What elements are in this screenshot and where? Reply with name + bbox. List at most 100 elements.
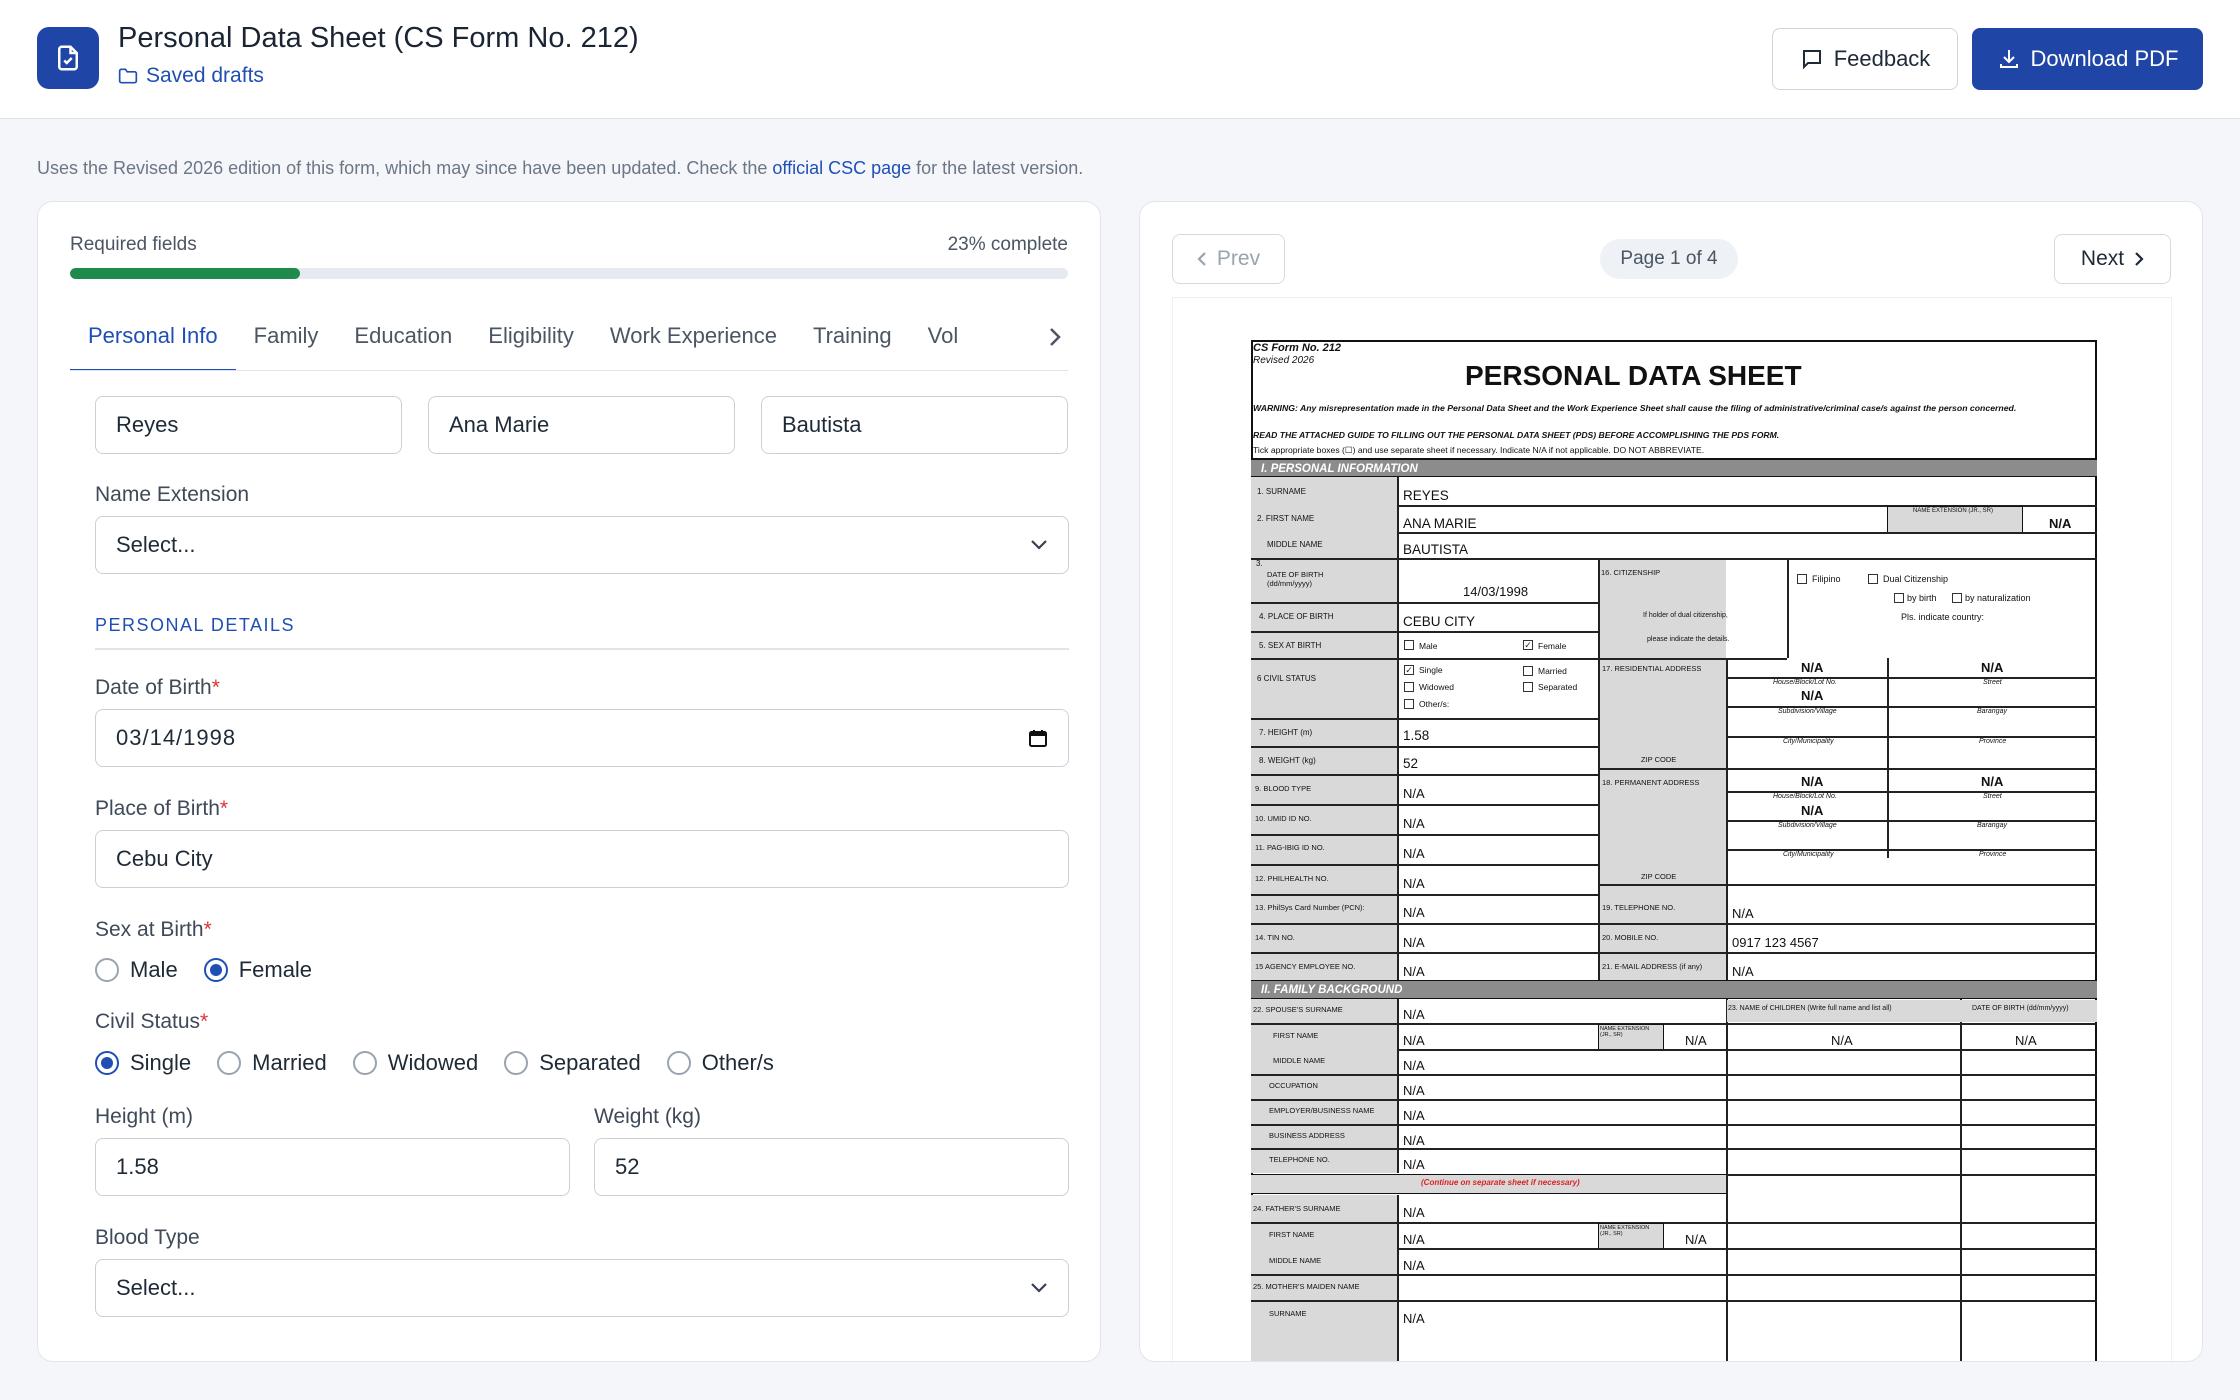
doc-line [1251, 658, 1787, 660]
radio-male[interactable] [95, 958, 119, 982]
doc-line [1251, 631, 1598, 633]
official-csc-link[interactable]: official CSC page [772, 158, 911, 178]
doc-line [1251, 894, 1598, 896]
doc-line [1251, 1300, 2097, 1302]
doc-line [1251, 774, 1598, 776]
top-bar: Personal Data Sheet (CS Form No. 212) Sa… [0, 0, 2240, 119]
tab-voluntary[interactable]: Vol [910, 314, 977, 370]
doc-child-dob-value: N/A [2015, 1033, 2037, 1048]
doc-married: Married [1538, 666, 1567, 676]
civil-option-separated[interactable]: Separated [504, 1050, 641, 1076]
first-name-input[interactable]: Ana Marie [428, 396, 735, 454]
feedback-button[interactable]: Feedback [1772, 28, 1958, 90]
doc-line [1251, 746, 1598, 748]
doc-house-label: House/Block/Lot No. [1773, 679, 1837, 686]
doc-business-label: BUSINESS ADDRESS [1269, 1131, 1345, 1140]
tab-education[interactable]: Education [336, 314, 470, 370]
prev-page-button[interactable]: Prev [1172, 234, 1285, 284]
doc-line [1251, 1222, 2097, 1224]
name-extension-label: Name Extension [95, 483, 250, 506]
doc-dob-value: 14/03/1998 [1463, 584, 1529, 599]
civil-option-single[interactable]: Single [95, 1050, 191, 1076]
doc-tin-label: 14. TIN NO. [1255, 933, 1295, 942]
doc-line [1251, 1074, 2097, 1076]
download-pdf-button[interactable]: Download PDF [1972, 28, 2203, 90]
tab-eligibility[interactable]: Eligibility [470, 314, 592, 370]
doc-spouse-middle-label: MIDDLE NAME [1273, 1056, 1326, 1065]
doc-cb-nat [1952, 593, 1962, 603]
doc-psn-value: N/A [1403, 905, 1425, 920]
doc-line [1251, 864, 1598, 866]
doc-brgy-label: Barangay [1977, 822, 2007, 829]
doc-separated: Separated [1538, 682, 1578, 692]
blood-type-label: Blood Type [95, 1226, 200, 1249]
doc-employer-value: N/A [1403, 1108, 1425, 1123]
doc-city-label: City/Municipality [1783, 851, 1834, 858]
radio-single[interactable] [95, 1051, 119, 1075]
name-extension-select[interactable]: Select... [95, 516, 1069, 574]
civil-option-widowed[interactable]: Widowed [352, 1050, 478, 1076]
radio-others[interactable] [666, 1051, 691, 1075]
doc-single: Single [1419, 665, 1443, 675]
sex-option-male[interactable]: Male [95, 957, 178, 983]
sex-label-text: Sex at Birth [95, 918, 204, 941]
doc-father-surname-label: 24. FATHER'S SURNAME [1253, 1204, 1341, 1213]
civil-status-label: Civil Status* [95, 1010, 208, 1034]
doc-section-personal: I. PERSONAL INFORMATION [1251, 458, 2097, 477]
doc-res-street: N/A [1981, 660, 2004, 675]
doc-father-ext-value: N/A [1685, 1232, 1707, 1247]
tab-personal-info[interactable]: Personal Info [70, 314, 236, 370]
weight-label: Weight (kg) [594, 1105, 701, 1128]
doc-occupation-label: OCCUPATION [1269, 1081, 1318, 1090]
doc-mobile-label: 20. MOBILE NO. [1602, 933, 1659, 942]
doc-res-subd: N/A [1801, 688, 1824, 703]
doc-cb-female: ✓ [1523, 640, 1533, 650]
radio-married[interactable] [217, 1051, 242, 1075]
civil-option-others[interactable]: Other/s [666, 1050, 774, 1076]
pob-label-text: Place of Birth [95, 797, 220, 820]
doc-height-value: 1.58 [1403, 728, 1430, 743]
doc-ext-label: NAME EXTENSION (JR., SR) [1913, 508, 1994, 514]
doc-female: Female [1538, 641, 1567, 651]
tab-training[interactable]: Training [795, 314, 910, 370]
doc-prov-label: Province [1979, 851, 2007, 858]
doc-line [1251, 718, 1598, 720]
doc-children-label: 23. NAME of CHILDREN (Write full name an… [1728, 1005, 1892, 1012]
doc-by-nat: by naturalization [1965, 593, 2031, 603]
doc-revised: Revised 2026 [1253, 355, 1315, 366]
tab-family[interactable]: Family [236, 314, 337, 370]
radio-widowed[interactable] [352, 1051, 377, 1075]
doc-line [1251, 952, 2097, 954]
blood-type-select[interactable]: Select... [95, 1259, 1069, 1317]
tabs-scroll-right[interactable] [998, 314, 1068, 369]
dob-value: 03/14/1998 [116, 725, 237, 750]
married-label: Married [252, 1050, 327, 1075]
doc-surname-label: 1. SURNAME [1257, 487, 1306, 496]
radio-separated[interactable] [504, 1051, 529, 1075]
surname-input[interactable]: Reyes [95, 396, 402, 454]
dob-input[interactable]: 03/14/1998 [95, 709, 1069, 767]
pob-input[interactable]: Cebu City [95, 830, 1069, 888]
middle-name-input[interactable]: Bautista [761, 396, 1068, 454]
next-page-button[interactable]: Next [2054, 234, 2171, 284]
doc-line [1397, 1248, 2097, 1250]
saved-drafts-link[interactable]: Saved drafts [118, 64, 264, 88]
calendar-icon[interactable] [1028, 728, 1048, 748]
male-label: Male [130, 957, 178, 982]
civil-option-married[interactable]: Married [217, 1050, 327, 1076]
doc-male: Male [1419, 641, 1438, 651]
doc-agency-label: 15 AGENCY EMPLOYEE NO. [1255, 962, 1356, 971]
doc-tel-value: N/A [1732, 906, 1754, 921]
doc-line [1726, 736, 2097, 738]
radio-female[interactable] [203, 958, 228, 982]
required-fields-label: Required fields [70, 234, 197, 255]
doc-father-surname-value: N/A [1403, 1205, 1425, 1220]
civil-status-radio-group: Single Married Widowed Separated Other/s [95, 1050, 774, 1076]
doc-dob-label: DATE OF BIRTH (dd/mm/yyyy) [1267, 570, 1324, 588]
tab-work-experience[interactable]: Work Experience [592, 314, 795, 370]
sex-option-female[interactable]: Female [203, 957, 312, 983]
download-icon [1999, 50, 2018, 68]
weight-input[interactable]: 52 [594, 1138, 1069, 1196]
height-input[interactable]: 1.58 [95, 1138, 570, 1196]
sex-radio-group: Male Female [95, 957, 312, 983]
